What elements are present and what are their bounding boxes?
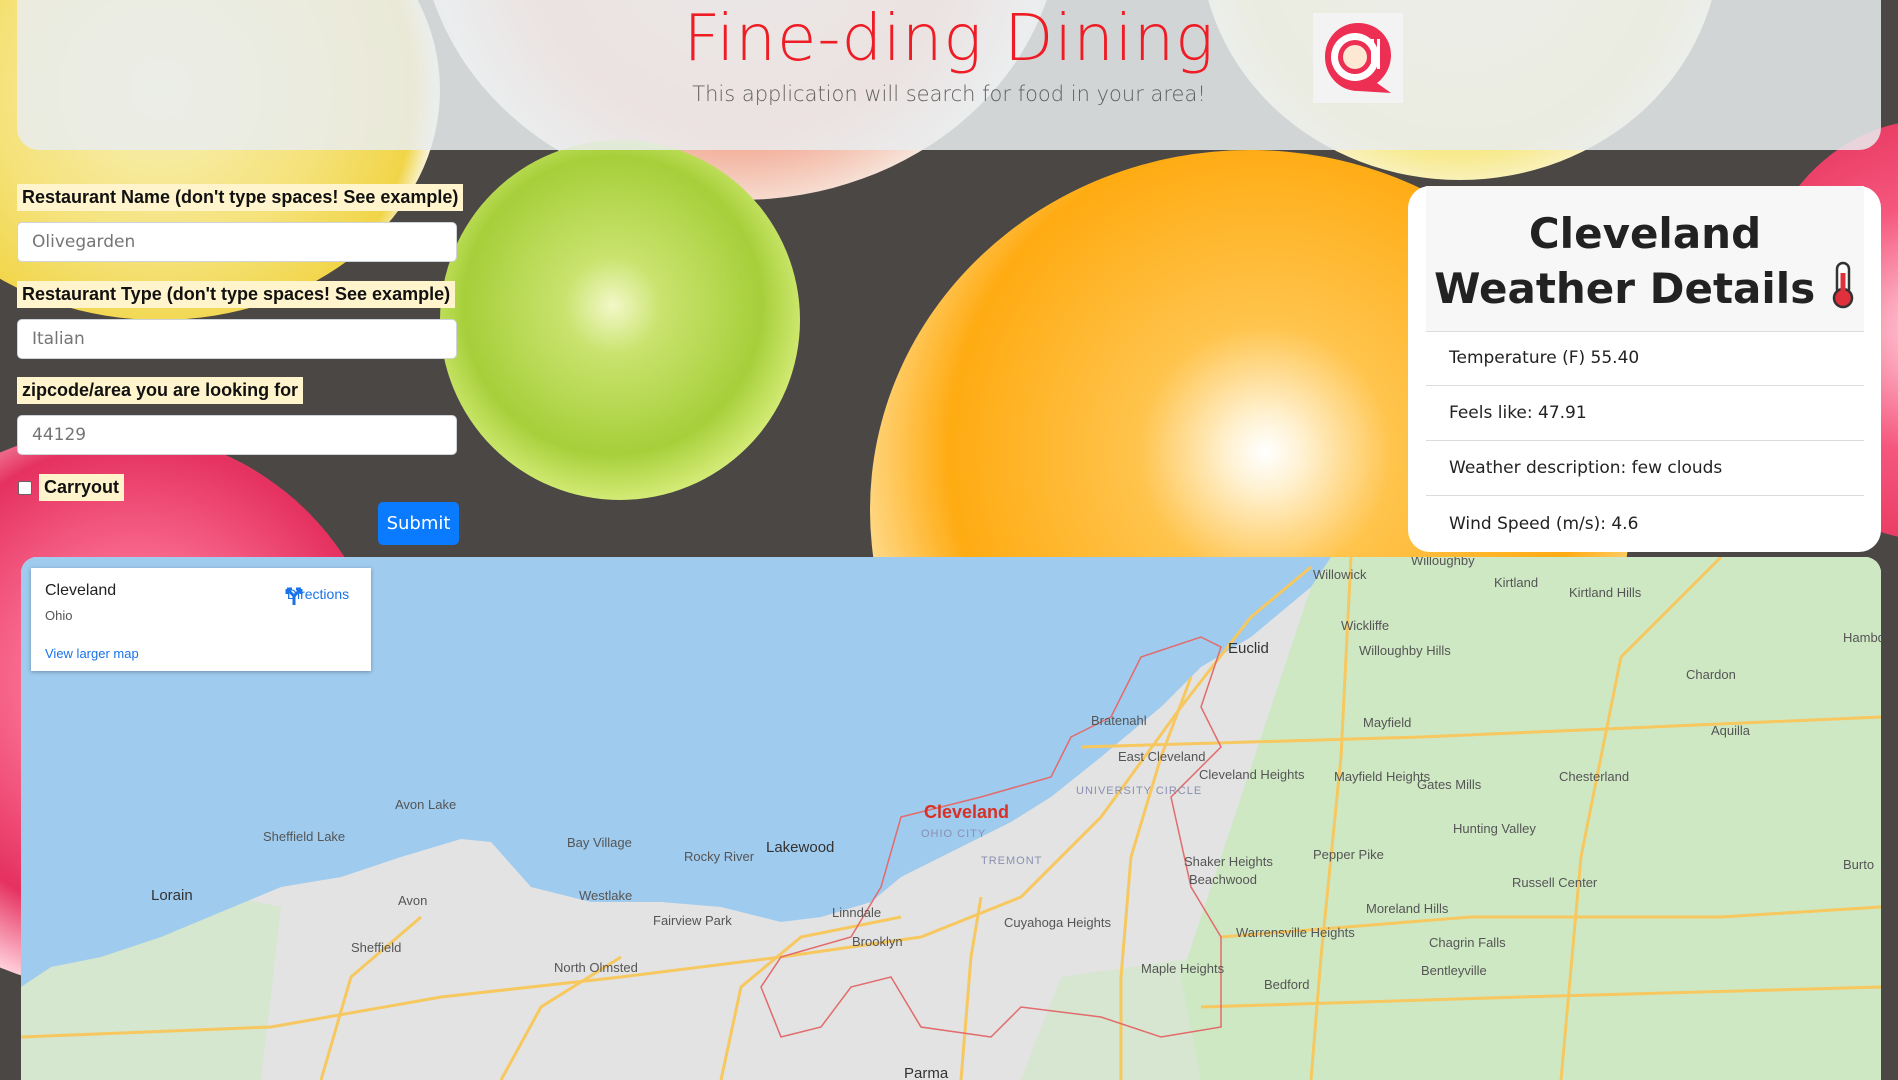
map-label-bay-village: Bay Village	[567, 835, 632, 850]
restaurant-type-placeholder: Italian	[32, 329, 85, 349]
weather-temperature: Temperature (F) 55.40	[1426, 331, 1864, 386]
map-label-university-circle: UNIVERSITY CIRCLE	[1076, 785, 1203, 797]
map-label-brooklyn: Brooklyn	[852, 934, 903, 949]
map-label-willowick: Willowick	[1313, 567, 1367, 582]
map-label-shaker-heights: Shaker Heights	[1184, 854, 1273, 869]
weather-description: Weather description: few clouds	[1426, 441, 1864, 496]
submit-button[interactable]: Submit	[378, 502, 459, 545]
weather-title-text: Cleveland Weather Details	[1434, 209, 1816, 313]
map-label-avon: Avon	[398, 893, 428, 908]
map-label-westlake: Westlake	[579, 888, 633, 903]
zipcode-label: zipcode/area you are looking for	[17, 377, 304, 404]
map-label-lorain: Lorain	[151, 887, 193, 904]
map-label-fairview-park: Fairview Park	[653, 913, 732, 928]
map-label-linndale: Linndale	[832, 905, 882, 920]
map-label-burton: Burto	[1843, 857, 1875, 872]
map-label-rocky-river: Rocky River	[684, 849, 755, 864]
carryout-checkbox[interactable]	[18, 481, 32, 495]
map-label-euclid: Euclid	[1228, 640, 1269, 657]
map-label-east-cleveland: East Cleveland	[1118, 749, 1206, 764]
map-label-moreland-hills: Moreland Hills	[1366, 901, 1449, 916]
thermometer-icon	[1832, 261, 1854, 309]
restaurant-name-label: Restaurant Name (don't type spaces! See …	[17, 184, 464, 211]
directions-icon	[285, 587, 303, 605]
zipcode-input[interactable]: 44129	[17, 415, 457, 455]
directions-button[interactable]: Directions	[283, 584, 353, 605]
map-label-sheffield: Sheffield	[351, 940, 402, 955]
weather-feels-like: Feels like: 47.91	[1426, 386, 1864, 441]
map-label-cleveland-heights: Cleveland Heights	[1199, 767, 1305, 782]
map-label-parma: Parma	[904, 1065, 949, 1080]
map-label-maple-heights: Maple Heights	[1141, 961, 1225, 976]
map-label-hunting-valley: Hunting Valley	[1453, 821, 1536, 836]
page-subtitle: This application will search for food in…	[692, 82, 1206, 106]
map-label-wickliffe: Wickliffe	[1341, 618, 1390, 633]
map-label-willoughby: Willoughby	[1411, 557, 1475, 568]
map-label-willoughby-hills: Willoughby Hills	[1359, 643, 1451, 658]
zipcode-placeholder: 44129	[32, 425, 87, 445]
page-title: Fine-ding Dining	[683, 2, 1215, 76]
map-label-north-olmsted: North Olmsted	[554, 960, 638, 975]
map-info-card: Cleveland Ohio View larger map Direction…	[31, 568, 371, 671]
map-label-kirtland: Kirtland	[1494, 575, 1539, 590]
map-label-pepper-pike: Pepper Pike	[1313, 847, 1384, 862]
map-label-chesterland: Chesterland	[1559, 769, 1630, 784]
restaurant-type-input[interactable]: Italian	[17, 319, 457, 359]
map-card-subtitle: Ohio	[45, 608, 73, 623]
map-label-gates-mills: Gates Mills	[1417, 777, 1482, 792]
map-label-bedford: Bedford	[1264, 977, 1310, 992]
map-label-russell-center: Russell Center	[1512, 875, 1598, 890]
carryout-label: Carryout	[39, 474, 125, 501]
map-card-title: Cleveland	[45, 582, 117, 599]
map-label-bentleyville: Bentleyville	[1421, 963, 1487, 978]
view-larger-map-link[interactable]: View larger map	[45, 646, 139, 661]
weather-title: Cleveland Weather Details	[1426, 206, 1864, 316]
map-label-beachwood: Beachwood	[1189, 872, 1257, 887]
map-label-ohio-city: OHIO CITY	[921, 828, 987, 840]
map-label-bratenahl: Bratenahl	[1091, 713, 1147, 728]
map-label-chardon: Chardon	[1686, 667, 1736, 682]
map-label-aquilla: Aquilla	[1711, 723, 1751, 738]
map-label-sheffield-lake: Sheffield Lake	[263, 829, 346, 844]
embedded-map[interactable]: Cleveland Lakewood Euclid Parma Lorain W…	[21, 557, 1881, 1080]
restaurant-type-label: Restaurant Type (don't type spaces! See …	[17, 281, 456, 308]
restaurant-name-placeholder: Olivegarden	[32, 232, 136, 252]
map-label-chagrin-falls: Chagrin Falls	[1429, 935, 1506, 950]
map-label-lakewood: Lakewood	[766, 839, 835, 856]
map-label-mayfield: Mayfield	[1363, 715, 1412, 730]
app-logo	[1313, 13, 1403, 103]
weather-wind-speed: Wind Speed (m/s): 4.6	[1449, 513, 1639, 534]
weather-card-header: Cleveland Weather Details	[1426, 186, 1864, 332]
plate-logo-icon	[1325, 23, 1391, 93]
map-label-mayfield-heights: Mayfield Heights	[1334, 769, 1431, 784]
restaurant-name-input[interactable]: Olivegarden	[17, 222, 457, 262]
map-label-hambden: Hambd	[1843, 630, 1881, 645]
map-label-warrensville-heights: Warrensville Heights	[1236, 925, 1355, 940]
map-label-avon-lake: Avon Lake	[395, 797, 457, 812]
map-label-tremont: TREMONT	[981, 855, 1043, 867]
weather-card: Cleveland Weather Details Temperature (F…	[1408, 186, 1881, 552]
map-label-cuyahoga-heights: Cuyahoga Heights	[1004, 915, 1111, 930]
map-label-cleveland: Cleveland	[924, 802, 1010, 822]
map-label-kirtland-hills: Kirtland Hills	[1569, 585, 1642, 600]
